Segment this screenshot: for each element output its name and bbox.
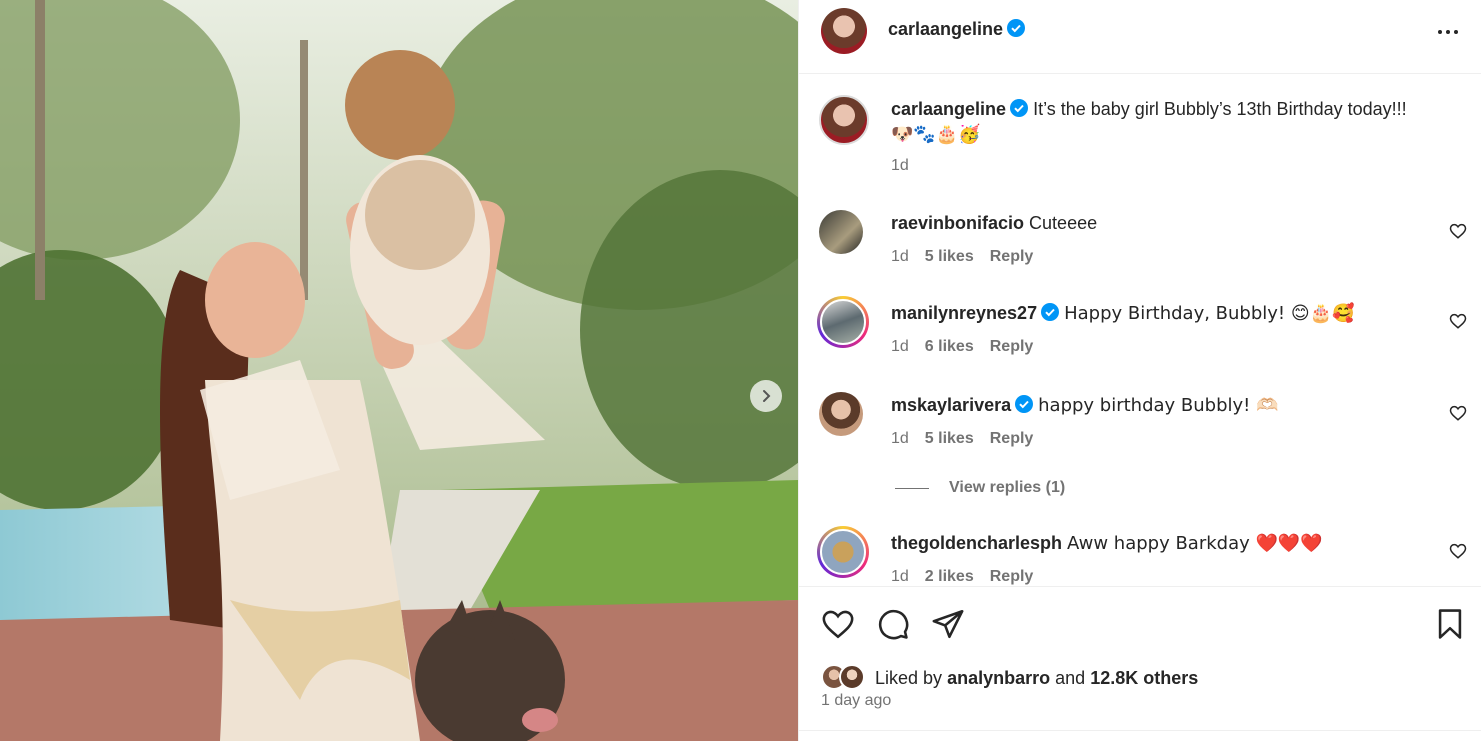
next-photo-button[interactable] — [750, 380, 782, 412]
caption-body: It’s the baby girl Bubbly’s 13th Birthda… — [1033, 99, 1407, 119]
like-comment-heart-icon[interactable] — [1449, 542, 1467, 560]
reply-button[interactable]: Reply — [990, 430, 1034, 448]
comment-item: mskaylarivera happy birthday Bubbly! 🫶🏻 … — [799, 392, 1481, 472]
reply-button[interactable]: Reply — [990, 338, 1034, 356]
comment-body: Happy Birthday, Bubbly! 😊🎂🥰 — [1064, 303, 1355, 324]
share-icon[interactable] — [931, 607, 965, 641]
comment-likes[interactable]: 6 likes — [925, 338, 974, 356]
more-icon-dot — [1454, 30, 1458, 34]
author-username[interactable]: carlaangeline — [888, 19, 1026, 40]
comment-item: thegoldencharlesph Aww happy Barkday ❤️❤… — [799, 526, 1481, 585]
post-age[interactable]: 1 day ago — [821, 692, 891, 710]
comment-text: raevinbonifacio Cuteeee — [891, 211, 1432, 236]
commenter-avatar — [820, 299, 866, 345]
heart-icon[interactable] — [821, 607, 855, 641]
likes-summary: Liked by analynbarro and 12.8K others — [821, 664, 1198, 692]
photo-illustration — [0, 0, 798, 741]
comment-meta: 1d 5 likes Reply — [891, 430, 1033, 448]
post-header: carlaangeline — [799, 0, 1481, 74]
comment-meta: 1d 5 likes Reply — [891, 248, 1033, 266]
commenter-username[interactable]: mskaylarivera — [891, 395, 1011, 415]
comment-text: thegoldencharlesph Aww happy Barkday ❤️❤… — [891, 531, 1432, 556]
caption-author-avatar[interactable] — [819, 95, 869, 145]
commenter-avatar-story-ring[interactable] — [817, 526, 869, 578]
verified-icon — [1007, 19, 1026, 37]
comment-time[interactable]: 1d — [891, 248, 909, 266]
caption-text: carlaangeline It’s the baby girl Bubbly’… — [891, 97, 1432, 147]
comment-time[interactable]: 1d — [891, 430, 909, 448]
more-icon — [1438, 30, 1442, 34]
more-icon-dot — [1446, 30, 1450, 34]
bookmark-icon[interactable] — [1433, 607, 1467, 641]
comment-likes[interactable]: 5 likes — [925, 430, 974, 448]
caption-author-username[interactable]: carlaangeline — [891, 99, 1006, 119]
caption-emojis: 🐶🐾🎂🥳 — [891, 124, 981, 145]
verified-icon — [1015, 395, 1034, 413]
view-replies-divider — [895, 487, 929, 489]
comment-icon[interactable] — [876, 607, 910, 641]
likes-prefix: Liked by — [875, 667, 943, 688]
commenter-username[interactable]: raevinbonifacio — [891, 213, 1024, 233]
like-comment-heart-icon[interactable] — [1449, 222, 1467, 240]
comment-time[interactable]: 1d — [891, 338, 909, 356]
reply-button[interactable]: Reply — [990, 568, 1034, 585]
view-replies-label[interactable]: View replies (1) — [949, 479, 1065, 497]
verified-icon — [1041, 303, 1060, 321]
liker-avatars[interactable] — [821, 664, 869, 692]
comment-text: manilynreynes27 Happy Birthday, Bubbly! … — [891, 301, 1432, 326]
comment-text: mskaylarivera happy birthday Bubbly! 🫶🏻 — [891, 393, 1432, 418]
comment-time[interactable]: 1d — [891, 568, 909, 585]
comment-likes[interactable]: 5 likes — [925, 248, 974, 266]
commenter-avatar[interactable] — [819, 392, 863, 436]
commenter-username[interactable]: thegoldencharlesph — [891, 533, 1062, 553]
reply-button[interactable]: Reply — [990, 248, 1034, 266]
commenter-username[interactable]: manilynreynes27 — [891, 303, 1037, 323]
liker-username[interactable]: analynbarro — [947, 668, 1050, 689]
post-details-panel: carlaangeline carlaangeline It’s the bab… — [798, 0, 1481, 741]
verified-icon — [1010, 99, 1029, 117]
post-photo[interactable] — [0, 0, 798, 741]
liker-avatar — [839, 664, 865, 690]
comment-likes[interactable]: 2 likes — [925, 568, 974, 585]
comment-item: manilynreynes27 Happy Birthday, Bubbly! … — [799, 296, 1481, 380]
likes-joiner: and — [1055, 667, 1086, 688]
like-comment-heart-icon[interactable] — [1449, 312, 1467, 330]
comment-body: happy birthday Bubbly! 🫶🏻 — [1038, 395, 1279, 416]
action-bar — [799, 586, 1481, 656]
comment-meta: 1d 6 likes Reply — [891, 338, 1033, 356]
comments-list[interactable]: carlaangeline It’s the baby girl Bubbly’… — [799, 75, 1481, 585]
commenter-avatar — [820, 529, 866, 575]
likes-others[interactable]: 12.8K others — [1090, 668, 1198, 689]
comment-meta: 1d 2 likes Reply — [891, 568, 1033, 585]
comment-item: raevinbonifacio Cuteeee 1d 5 likes Reply — [799, 210, 1481, 290]
comment-body: Aww happy Barkday ❤️❤️❤️ — [1067, 533, 1323, 554]
commenter-avatar-story-ring[interactable] — [817, 296, 869, 348]
caption-time[interactable]: 1d — [891, 157, 909, 175]
caption: carlaangeline It’s the baby girl Bubbly’… — [799, 95, 1481, 195]
author-avatar[interactable] — [821, 8, 867, 54]
comment-body: Cuteeee — [1029, 213, 1098, 233]
chevron-right-icon — [763, 390, 771, 402]
caption-meta: 1d — [891, 157, 909, 175]
divider — [799, 730, 1481, 731]
view-replies-button[interactable]: View replies (1) — [895, 479, 1065, 497]
like-comment-heart-icon[interactable] — [1449, 404, 1467, 422]
author-username-text[interactable]: carlaangeline — [888, 19, 1003, 39]
commenter-avatar[interactable] — [819, 210, 863, 254]
more-options-button[interactable] — [1434, 20, 1462, 44]
